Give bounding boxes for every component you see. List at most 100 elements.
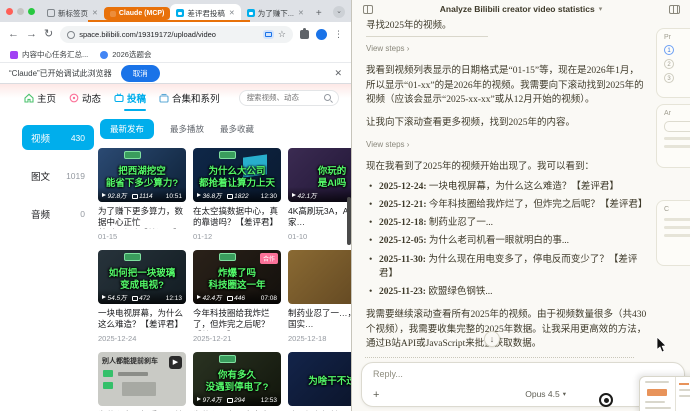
video-card[interactable]: 为什么大公司 都抢着让算力上天 36.8万 1822 12:30 在太空搞数据中… (193, 148, 281, 241)
site-info-icon[interactable] (67, 31, 75, 39)
record-target-button[interactable] (599, 393, 613, 407)
forward-icon[interactable]: → (26, 29, 37, 40)
video-card[interactable]: 你玩的 是AI吗 42.1万 4K高刷玩3A，AI绘玩家… 01-10 (288, 148, 351, 241)
maximize-window-button[interactable] (28, 8, 35, 15)
search-icon[interactable] (324, 94, 331, 101)
model-selector[interactable]: Opus 4.5 ▾ (525, 389, 566, 399)
step-badge: 1 (664, 45, 674, 55)
close-window-button[interactable] (6, 8, 13, 15)
thumbnail-stats: 92.8万 1114 10:51 (98, 187, 186, 202)
sort-tab-newest[interactable]: 最新发布 (100, 119, 154, 139)
view-steps-link[interactable]: View steps › (366, 43, 648, 55)
claude-header: Analyze Bilibili creator video statistic… (353, 0, 690, 18)
video-title[interactable]: 4K高刷玩3A，AI绘玩家… (288, 206, 351, 229)
close-tab-icon[interactable]: ✕ (298, 9, 304, 17)
video-thumbnail[interactable]: 为什么大公司 都抢着让算力上天 36.8万 1822 12:30 (193, 148, 281, 202)
video-card[interactable]: 把西湖挖空 能省下多少算力? 92.8万 1114 10:51 为了赚下更多算力… (98, 148, 186, 241)
video-card[interactable]: 为啥干不过 欧盟绿色钢铁…，也没有了… 2025-11-23 (288, 352, 351, 411)
video-thumbnail[interactable]: 如何把一块玻璃 变成电视? 54.5万 472 12:13 (98, 250, 186, 304)
reply-input[interactable] (373, 369, 553, 379)
video-title[interactable]: 为了赚下更多算力，数据中心正忙着“电”改“光”【差评君】 (98, 206, 186, 229)
sidebar-item-audio[interactable]: 音频 0 (22, 201, 94, 226)
tab-strip: 新标签页 ✕ Claude (MCP) 差评君投稿 ✕ 为了赚下... ✕ + … (0, 0, 351, 22)
bookmark-icon (10, 51, 18, 59)
browser-menu-icon[interactable]: ⋮ (334, 29, 343, 40)
panel-header-fragment: Ar (664, 110, 690, 117)
minimize-window-button[interactable] (17, 8, 24, 15)
reply-composer[interactable]: + Opus 4.5 ▾ (361, 362, 685, 407)
floating-preview-window[interactable] (639, 376, 690, 411)
share-screen-icon[interactable] (263, 30, 274, 39)
video-thumbnail[interactable]: 别人都能提前刹车 ▶ (98, 352, 186, 406)
close-tab-icon[interactable]: ✕ (92, 9, 98, 17)
bookmark-star-icon[interactable]: ☆ (278, 29, 286, 40)
video-thumbnail[interactable] (288, 250, 351, 304)
layout-columns-icon[interactable] (669, 5, 680, 14)
extensions-icon[interactable] (300, 30, 309, 39)
note-icon (110, 11, 116, 17)
close-tab-icon[interactable]: ✕ (229, 9, 235, 17)
tab-search-chevron-icon[interactable]: ⌄ (333, 6, 345, 18)
close-notification-icon[interactable]: ✕ (334, 68, 342, 79)
url-input[interactable] (79, 30, 259, 39)
video-thumbnail[interactable]: 为啥干不过 (288, 352, 351, 406)
nav-uploads[interactable]: 投稿 (114, 91, 146, 105)
bookmark-item[interactable]: 内容中心任务汇总... (10, 49, 88, 60)
nav-dynamics[interactable]: 动态 (69, 91, 101, 105)
tab-group-label: Claude (MCP) (119, 10, 165, 17)
tab-group-claude-mcp[interactable]: Claude (MCP) (104, 7, 171, 20)
cancel-debug-button[interactable]: 取消 (121, 65, 160, 82)
video-card[interactable]: 你有多久 没遇到停电了? 97.4万 294 12:53 为什么现在用电变多了，… (193, 352, 281, 411)
attach-plus-button[interactable]: + (373, 389, 379, 401)
video-card[interactable]: 别人都能提前刹车 ▶ 为什么老司机看一眼就明白的事，你的车却要开到跟前才急刹… … (98, 352, 186, 411)
browser-scrollbar-thumb[interactable] (347, 197, 351, 245)
panel-line (664, 234, 690, 237)
space-search-input[interactable] (247, 93, 320, 102)
video-thumbnail[interactable]: 合作 炸爆了吗 科技圈这一年 42.4万 446 07:08 (193, 250, 281, 304)
bookmark-item[interactable]: 2026选题会 (100, 49, 151, 60)
tab-label: 差评君投稿 (187, 8, 225, 19)
list-item: 2025-12-24: 一块电视屏幕，为什么这么难造？【差评君】 (369, 180, 648, 194)
tv-icon (114, 93, 124, 103)
notification-text: “Claude”已开始调试此浏览器 (9, 68, 112, 79)
nav-home[interactable]: 主页 (24, 91, 56, 105)
reload-icon[interactable]: ↻ (44, 29, 53, 40)
danmaku-icon (227, 398, 233, 403)
video-thumbnail[interactable]: 你玩的 是AI吗 42.1万 (288, 148, 351, 202)
new-tab-button[interactable]: + (316, 8, 322, 19)
video-title[interactable]: 制药业忍了一…，被中国实… (288, 308, 351, 331)
list-item: 2025-12-21: 今年科技圈给我炸烂了，但炸完之后呢？【差评君】 (369, 198, 648, 212)
view-count: 54.5万 (108, 292, 127, 302)
sidebar-item-video[interactable]: 视频 430 (22, 125, 94, 150)
back-icon[interactable]: ← (8, 29, 19, 40)
video-date: 01-10 (288, 232, 351, 241)
video-card[interactable]: 合作 炸爆了吗 科技圈这一年 42.4万 446 07:08 今年科技圈给我炸烂… (193, 250, 281, 343)
duration: 12:53 (261, 397, 277, 404)
view-steps-link[interactable]: View steps › (366, 139, 648, 151)
profile-avatar[interactable] (316, 29, 327, 40)
video-thumbnail[interactable]: 把西湖挖空 能省下多少算力? 92.8万 1114 10:51 (98, 148, 186, 202)
conversation-title[interactable]: Analyze Bilibili creator video statistic… (440, 4, 602, 14)
step-badge: 2 (664, 59, 674, 69)
window-controls[interactable] (6, 0, 41, 22)
address-bar[interactable]: ☆ (60, 26, 293, 43)
sort-tab-most-played[interactable]: 最多播放 (170, 123, 204, 135)
video-card[interactable]: 制药业忍了一…，被中国实… 2025-12-18 (288, 250, 351, 343)
sort-tab-most-favorited[interactable]: 最多收藏 (220, 123, 254, 135)
video-title[interactable]: 在太空搞数据中心，真的靠谱吗？【差评君】 (193, 206, 281, 229)
video-bullet-list: 2025-12-24: 一块电视屏幕，为什么这么难造？【差评君】 2025-12… (369, 180, 648, 300)
bilibili-favicon (247, 9, 255, 17)
compass-icon (69, 93, 79, 103)
video-title[interactable]: 今年科技圈给我炸烂了，但炸完之后呢？【差评君】 (193, 308, 281, 331)
video-title[interactable]: 一块电视屏幕，为什么这么难造？【差评君】 (98, 308, 186, 331)
tab-video[interactable]: 为了赚下... ✕ (241, 4, 310, 22)
play-icon (197, 397, 201, 401)
nav-collections[interactable]: 合集和系列 (159, 91, 220, 105)
sidebar-item-article[interactable]: 图文 1019 (22, 163, 94, 188)
sidebar-toggle-icon[interactable] (363, 5, 373, 14)
play-icon (292, 193, 296, 197)
video-thumbnail[interactable]: 你有多久 没遇到停电了? 97.4万 294 12:53 (193, 352, 281, 406)
scroll-to-bottom-button[interactable]: ↓ (484, 331, 500, 347)
space-search[interactable] (239, 90, 339, 106)
video-card[interactable]: 如何把一块玻璃 变成电视? 54.5万 472 12:13 一块电视屏幕，为什么… (98, 250, 186, 343)
